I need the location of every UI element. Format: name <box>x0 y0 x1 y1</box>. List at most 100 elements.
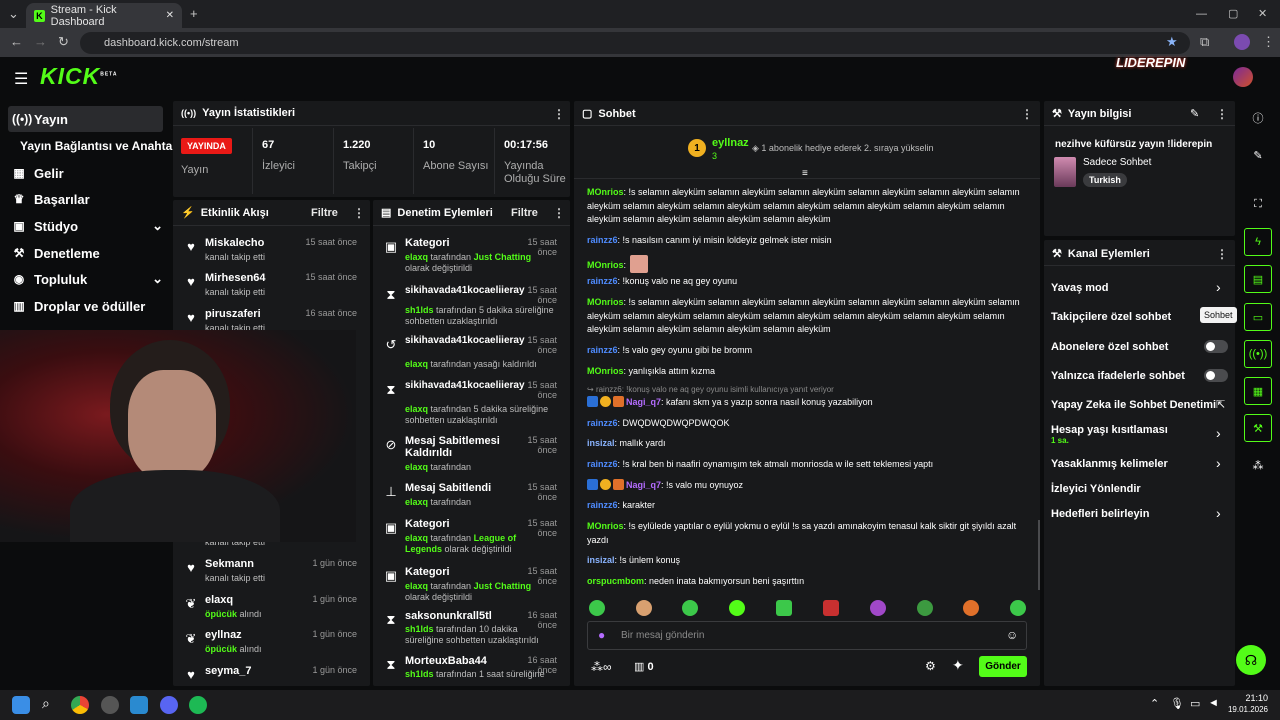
sidebar-item-droplar[interactable]: ▥ Droplar ve ödüller <box>8 293 145 319</box>
sidebar-item-stream-key[interactable]: Yayın Bağlantısı ve Anahtarı <box>16 133 180 159</box>
back-icon[interactable]: ← <box>10 28 23 56</box>
activity-user[interactable]: elaxq <box>205 594 233 606</box>
raid-item[interactable]: İzleyici Yönlendir <box>1051 483 1141 495</box>
emote-icon[interactable] <box>870 600 886 616</box>
mod-actor[interactable]: elaxq <box>405 252 428 262</box>
slow-mode-item[interactable]: Yavaş mod <box>1051 282 1108 294</box>
clock-date[interactable]: 19.01.2026 <box>1220 705 1268 714</box>
wrench-icon[interactable]: ⚒ <box>1244 414 1272 442</box>
emote-icon[interactable] <box>1010 600 1026 616</box>
lightning-icon[interactable]: ϟ <box>1244 228 1272 256</box>
chat-username[interactable]: MOnrios <box>587 521 624 531</box>
bookmark-star-icon[interactable]: ★ <box>1166 28 1178 56</box>
user-avatar[interactable] <box>1233 67 1253 87</box>
activity-user[interactable]: eyllnaz <box>205 629 242 641</box>
microphone-icon[interactable]: 🎙 <box>1170 697 1184 710</box>
sidebar-item-yayin[interactable]: ((•)) Yayın <box>8 106 68 132</box>
volume-icon[interactable]: ◄ <box>1208 697 1219 709</box>
emoji-icon[interactable]: ☺ <box>1006 628 1018 642</box>
window-minimize-icon[interactable]: — <box>1196 0 1207 28</box>
mod-actor[interactable]: elaxq <box>405 533 428 543</box>
stats-menu-icon[interactable]: ⋮ <box>553 107 565 121</box>
chat-username[interactable]: orspucmbom <box>587 576 644 586</box>
hamburger-menu-icon[interactable]: ☰ <box>14 69 28 89</box>
category-name[interactable]: Sadece Sohbet <box>1083 157 1151 168</box>
broadcast-icon[interactable]: ((•)) <box>1244 340 1272 368</box>
extensions-icon[interactable]: ⧉ <box>1200 28 1209 56</box>
kick-logo[interactable]: KICKBETA <box>40 63 117 90</box>
tab-close-icon[interactable]: ✕ <box>166 10 174 21</box>
chat-menu-icon[interactable]: ⋮ <box>1021 107 1033 121</box>
leaderboard-user[interactable]: eyllnaz <box>712 137 749 149</box>
chat-username[interactable]: insizal <box>587 555 615 565</box>
activity-user[interactable]: Mirhesen64 <box>205 272 266 284</box>
mod-actor[interactable]: elaxq <box>405 497 428 507</box>
support-headset-icon[interactable]: ☊ <box>1236 645 1266 675</box>
obs-icon[interactable] <box>101 696 119 714</box>
mod-actor[interactable]: elaxq <box>405 404 428 414</box>
goals-item[interactable]: Hedefleri belirleyin <box>1051 508 1149 520</box>
chat-bubble-icon[interactable]: ▭ <box>1244 303 1272 331</box>
community-icon[interactable]: ⁂ <box>1244 451 1272 479</box>
tray-chevron-icon[interactable]: ⌃ <box>1150 697 1159 710</box>
chat-username[interactable]: MOnrios <box>587 297 624 307</box>
community-points-icon[interactable]: ⁂∞ <box>591 660 612 674</box>
subs-only-toggle[interactable] <box>1204 340 1228 353</box>
chat-username[interactable]: MOnrios <box>587 260 624 270</box>
info-icon[interactable]: ⓘ <box>1244 104 1272 132</box>
browser-menu-icon[interactable]: ⋮ <box>1262 28 1275 56</box>
chat-username[interactable]: rainzz6 <box>587 418 618 428</box>
chat-username[interactable]: rainzz6 <box>587 235 618 245</box>
url-field[interactable]: dashboard.kick.com/stream <box>80 32 1190 54</box>
moderation-filter-button[interactable]: Filtre <box>511 207 538 219</box>
emote-icon[interactable] <box>682 600 698 616</box>
mod-actor[interactable]: sh1lds <box>405 624 434 634</box>
mod-actor[interactable]: elaxq <box>405 359 428 369</box>
fullscreen-icon[interactable]: ⛶ <box>1244 190 1272 218</box>
account-age-item[interactable]: Hesap yaşı kısıtlaması <box>1051 424 1168 436</box>
emote-icon[interactable] <box>636 600 652 616</box>
banned-words-item[interactable]: Yasaklanmış kelimeler <box>1051 458 1168 470</box>
mod-actor[interactable]: elaxq <box>405 462 428 472</box>
emote-icon[interactable] <box>776 600 792 616</box>
new-tab-icon[interactable]: + <box>190 0 198 28</box>
chat-username[interactable]: Nagi_q7 <box>626 397 661 407</box>
browser-tab[interactable]: K Stream - Kick Dashboard ✕ <box>26 3 182 28</box>
search-icon[interactable]: ⌕ <box>42 695 50 712</box>
mod-actor[interactable]: sh1lds <box>405 669 434 679</box>
emote-icon[interactable] <box>963 600 979 616</box>
mod-actor[interactable]: sh1lds <box>405 305 434 315</box>
sidebar-item-topluluk[interactable]: ◉ Topluluk ⌄ <box>8 266 163 292</box>
chat-username[interactable]: rainzz6 <box>587 459 618 469</box>
chat-username[interactable]: MOnrios <box>587 366 624 376</box>
activity-user[interactable]: piruszaferi <box>205 308 261 320</box>
activity-user[interactable]: seyma_7 <box>205 665 252 677</box>
app-icon[interactable] <box>130 696 148 714</box>
chat-username[interactable]: rainzz6 <box>587 276 618 286</box>
microphone-icon[interactable]: ● <box>598 628 605 642</box>
chat-username[interactable]: MOnrios <box>587 187 624 197</box>
network-icon[interactable]: ▭ <box>1190 697 1200 710</box>
chat-input[interactable]: ● Bir mesaj gönderin ☺ <box>587 621 1027 650</box>
external-link-icon[interactable]: ⇱ <box>1216 398 1225 411</box>
channel-actions-menu-icon[interactable]: ⋮ <box>1216 247 1228 261</box>
chevron-right-icon[interactable]: › <box>1216 279 1221 295</box>
followers-only-item[interactable]: Takipçilere özel sohbet <box>1051 311 1171 323</box>
window-close-icon[interactable]: ✕ <box>1258 0 1267 28</box>
windows-start-icon[interactable] <box>12 696 30 714</box>
ai-moderation-item[interactable]: Yapay Zeka ile Sohbet Denetimi <box>1051 399 1216 411</box>
chrome-icon[interactable] <box>71 696 89 714</box>
sidebar-item-denetleme[interactable]: ⚒ Denetleme <box>8 240 100 266</box>
chat-username[interactable]: rainzz6 <box>587 500 618 510</box>
document-icon[interactable]: ▤ <box>1244 265 1272 293</box>
discord-icon[interactable] <box>160 696 178 714</box>
emote-icon[interactable] <box>823 600 839 616</box>
forward-icon[interactable]: → <box>34 28 47 56</box>
mod-actor[interactable]: elaxq <box>405 581 428 591</box>
activity-filter-button[interactable]: Filtre <box>311 207 338 219</box>
emote-icon[interactable] <box>729 600 745 616</box>
emote-icon[interactable] <box>917 600 933 616</box>
edit-pencil-icon[interactable]: ✎ <box>1190 107 1199 120</box>
activity-user[interactable]: Miskalecho <box>205 237 264 249</box>
emote-only-toggle[interactable] <box>1204 369 1228 382</box>
